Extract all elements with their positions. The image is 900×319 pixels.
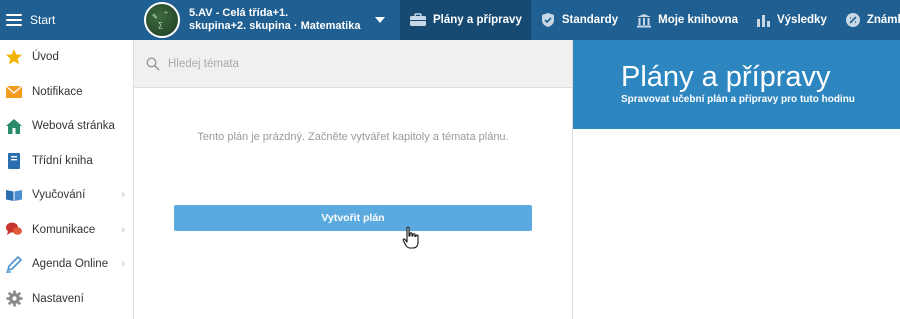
sidebar-item-webova-stranka[interactable]: Webová stránka: [0, 109, 133, 144]
nav-label: Plány a přípravy: [433, 14, 522, 26]
sidebar-item-agenda-online[interactable]: Agenda Online ›: [0, 247, 133, 282]
chevron-down-icon: [375, 17, 385, 23]
class-name-line1: 5.AV - Celá třída+1.: [189, 7, 289, 19]
sidebar-item-label: Nastavení: [32, 292, 84, 305]
page-title: Plány a přípravy: [621, 61, 831, 93]
sidebar-item-label: Komunikace: [32, 223, 96, 236]
nav-label: Výsledky: [776, 14, 827, 26]
plan-panel: Tento plán je prázdný. Začněte vytvářet …: [134, 40, 572, 319]
page-subtitle: Spravovat učební plán a přípravy pro tut…: [621, 94, 855, 105]
sidebar-item-label: Notifikace: [32, 85, 83, 98]
gear-icon: [5, 290, 23, 308]
class-selector[interactable]: ✎ ÷ ∑ 5.AV - Celá třída+1. skupina+2. skup…: [134, 0, 400, 40]
chevron-right-icon: ›: [121, 223, 125, 236]
chevron-right-icon: ›: [121, 189, 125, 202]
open-book-icon: [5, 186, 23, 204]
sidebar-item-komunikace[interactable]: Komunikace ›: [0, 213, 133, 248]
envelope-icon: [5, 83, 23, 101]
search-input[interactable]: [168, 57, 548, 70]
bar-chart-icon: [756, 15, 770, 27]
info-panel: Plány a přípravy Spravovat učební plán a…: [572, 40, 900, 319]
sidebar-item-label: Třídní kniha: [32, 154, 93, 167]
book-icon: [5, 152, 23, 170]
star-icon: [5, 48, 23, 66]
empty-plan-message: Tento plán je prázdný. Začněte vytvářet …: [197, 131, 509, 143]
top-bar: Start ✎ ÷ ∑ 5.AV - Celá třída+1. skupina+2…: [0, 0, 900, 40]
grades-icon: [845, 13, 860, 27]
sidebar-item-notifikace[interactable]: Notifikace: [0, 75, 133, 110]
sidebar-item-label: Webová stránka: [32, 120, 115, 133]
create-plan-button[interactable]: Vytvořit plán: [174, 205, 532, 231]
sidebar-item-nastaveni[interactable]: Nastavení: [0, 282, 133, 317]
chat-icon: [5, 221, 23, 239]
sidebar-item-vyucovani[interactable]: Vyučování ›: [0, 178, 133, 213]
chevron-right-icon: ›: [121, 258, 125, 271]
search-icon: [146, 56, 160, 71]
nav-label: Standardy: [561, 14, 619, 26]
sidebar-item-label: Agenda Online: [32, 258, 109, 271]
main-nav: Plány a přípravy Standardy Moje knihovna…: [400, 0, 900, 40]
sidebar-item-tridni-kniha[interactable]: Třídní kniha: [0, 144, 133, 179]
nav-vysledky[interactable]: Výsledky: [747, 0, 836, 40]
class-avatar: ✎ ÷ ∑: [144, 2, 180, 38]
home-icon: [5, 117, 23, 135]
library-icon: [637, 13, 652, 27]
hamburger-icon: [6, 14, 22, 26]
search-bar: [134, 40, 572, 88]
shield-icon: [541, 13, 554, 27]
sidebar-item-uvod[interactable]: Úvod: [0, 40, 133, 75]
class-name-line2: skupina+2. skupina · Matematika: [189, 20, 361, 32]
pen-icon: [5, 255, 23, 273]
nav-plany-a-pripravy[interactable]: Plány a přípravy: [400, 0, 531, 40]
start-menu-button[interactable]: Start: [0, 0, 134, 40]
nav-standardy[interactable]: Standardy: [531, 0, 627, 40]
hand-cursor-icon: [402, 226, 419, 249]
nav-label: Moje knihovna: [658, 14, 738, 26]
briefcase-icon: [410, 13, 426, 26]
nav-znamky[interactable]: Známk: [836, 0, 900, 40]
nav-moje-knihovna[interactable]: Moje knihovna: [627, 0, 747, 40]
sidebar-item-label: Vyučování: [32, 189, 86, 202]
start-label: Start: [30, 13, 56, 27]
sidebar-item-label: Úvod: [32, 51, 59, 64]
sidebar: Úvod Notifikace Webová stránka Třídní kn…: [0, 40, 134, 319]
info-hero: Plány a přípravy Spravovat učební plán a…: [573, 40, 900, 129]
nav-label: Známk: [866, 14, 900, 26]
